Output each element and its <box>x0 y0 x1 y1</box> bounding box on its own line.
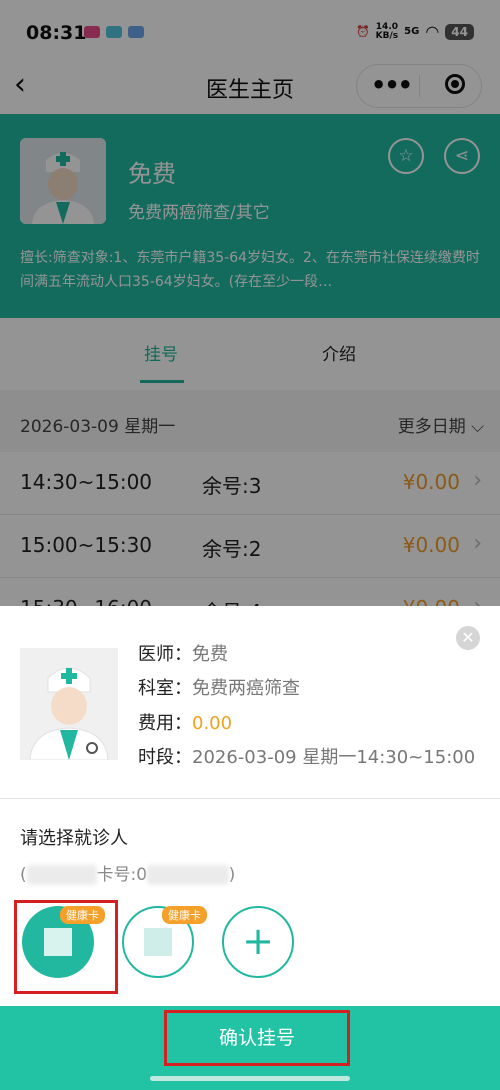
doctor-avatar-icon <box>20 648 118 760</box>
card-number-redacted: XXXXXXX <box>147 865 229 885</box>
info-value: 免费 <box>192 644 228 665</box>
info-fee: 费用：0.00 <box>138 709 232 735</box>
info-value: 2026-03-09 星期一14:30~15:00 <box>192 747 476 768</box>
paren-open: ( <box>20 865 27 885</box>
highlight-frame <box>14 900 118 994</box>
info-dept: 科室：免费两癌筛查 <box>138 674 300 700</box>
booking-sheet: ✕ 医师：免费 科室：免费两癌筛查 费用：0.00 时段：2026-03-09 … <box>0 606 500 1090</box>
patient-name-redacted: XXXXXX <box>26 865 97 885</box>
patient-avatar-redacted <box>144 928 172 956</box>
paren-close: ) <box>228 865 236 885</box>
info-label: 时段： <box>138 747 192 768</box>
divider <box>0 798 500 799</box>
choose-patient-title: 请选择就诊人 <box>20 828 128 849</box>
health-card-badge: 健康卡 <box>162 906 207 924</box>
info-doctor: 医师：免费 <box>138 640 228 666</box>
info-time: 时段：2026-03-09 星期一14:30~15:00 <box>138 743 475 769</box>
confirm-bar[interactable]: 确认挂号 <box>0 1006 500 1090</box>
selected-patient-info: (XXXXXX卡号:0XXXXXXX) <box>20 860 235 885</box>
plus-icon[interactable]: + <box>222 906 294 978</box>
card-number-label: 卡号:0 <box>96 865 148 885</box>
patient-list: 健康卡 健康卡 + <box>0 900 500 994</box>
info-label: 科室： <box>138 678 192 699</box>
info-label: 医师： <box>138 644 192 665</box>
confirm-register-button[interactable]: 确认挂号 <box>164 1010 350 1066</box>
info-value: 免费两癌筛查 <box>192 678 300 699</box>
home-indicator <box>150 1076 350 1081</box>
fee-value: 0.00 <box>192 713 233 734</box>
close-icon[interactable]: ✕ <box>456 626 480 650</box>
info-label: 费用： <box>138 713 192 734</box>
